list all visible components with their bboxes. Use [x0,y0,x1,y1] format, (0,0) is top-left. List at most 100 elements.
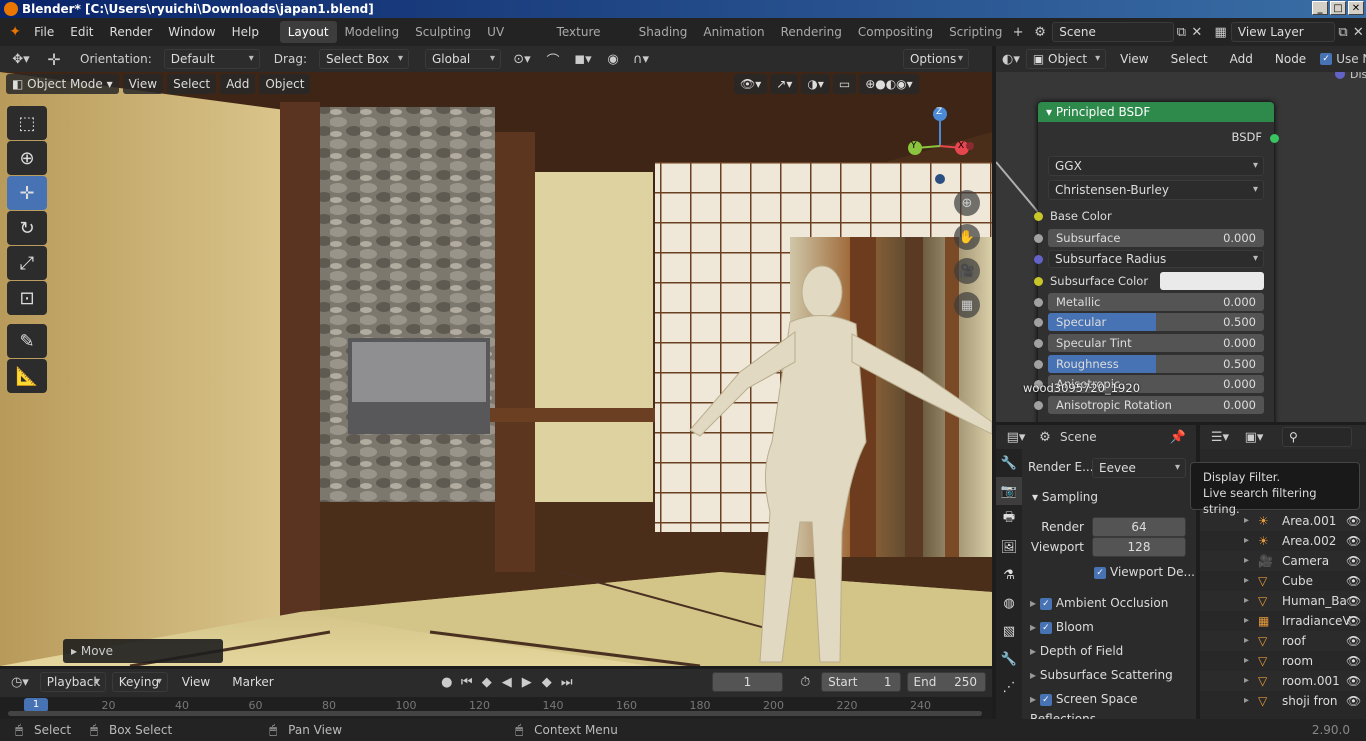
view-layer-tab-icon[interactable]: 🖼 [996,533,1022,561]
node-editor[interactable]: Dis ▾ Principled BSDF BSDF GGX Christens… [996,72,1366,422]
distribution-dropdown[interactable]: GGX [1048,156,1264,176]
input-socket[interactable] [1034,255,1043,264]
rotate-tool-icon[interactable]: ↻ [7,211,47,245]
node-menu-add[interactable]: Add [1222,48,1261,70]
use-nodes-checkbox[interactable]: ✓ [1320,53,1333,65]
editor-type-icon[interactable]: ✥▾ [6,52,36,67]
node-menu-select[interactable]: Select [1163,48,1216,70]
keying-dropdown[interactable]: Keying [111,672,168,692]
scene-copy-icon[interactable]: ⧉ [1174,25,1189,40]
bsdf-output-socket[interactable] [1270,134,1279,143]
viewport-menu-object[interactable]: Object [259,74,311,94]
tab-scripting[interactable]: Scripting [941,21,1010,43]
node-object-type-dropdown[interactable]: ▣ Object [1025,49,1107,69]
subsurface-method-dropdown[interactable]: Christensen-Burley [1048,180,1264,200]
expand-arrow-icon[interactable]: ▸ [1244,631,1249,651]
pan-hand-icon[interactable]: ✋ [954,224,980,250]
bsdf-input-row[interactable]: Metallic 0.000 [1034,293,1264,311]
visibility-eye-icon[interactable]: 👁 [1346,691,1361,711]
view-layer-remove-icon[interactable]: ✕ [1351,25,1366,40]
bsdf-input-slider[interactable]: Metallic 0.000 [1048,293,1264,311]
current-frame-field[interactable]: 1 [711,672,784,692]
scale-tool-icon[interactable]: ⤢ [7,246,47,280]
render-panel-header[interactable]: ▸ ✓ Screen Space Reflections [1030,689,1194,719]
expand-arrow-icon[interactable]: ▸ [1030,644,1040,658]
maximize-button[interactable]: □ [1330,1,1346,15]
input-socket[interactable] [1034,339,1043,348]
outliner-row[interactable]: ▸ ▽ Cube 👁 [1200,571,1366,591]
visibility-eye-icon[interactable]: 👁 [1346,611,1361,631]
render-samples-field[interactable]: 64 [1092,517,1186,537]
minimize-button[interactable]: _ [1312,1,1328,15]
outliner-row[interactable]: ▸ ☀ Area.002 👁 [1200,531,1366,551]
tab-texture-paint[interactable]: Texture Paint [549,21,631,61]
properties-editor-type-icon[interactable]: ▤▾ [1002,430,1030,445]
expand-arrow-icon[interactable]: ▸ [1244,671,1249,691]
visibility-eye-icon[interactable]: 👁 [1346,651,1361,671]
bsdf-input-row[interactable]: Specular 0.500 [1034,313,1264,331]
gizmo-icon[interactable]: ↗▾ [770,74,799,94]
options-dropdown[interactable]: Options [902,49,969,69]
menu-edit[interactable]: Edit [62,21,101,43]
blender-menu-icon[interactable]: ✦ [4,24,26,40]
render-panel-header[interactable]: ▸ ✓ Bloom [1030,617,1194,637]
select-box-tool-icon[interactable]: ⬚ [7,106,47,140]
visibility-eye-icon[interactable]: 👁 [1346,671,1361,691]
outliner-row[interactable]: ▸ ▽ room 👁 [1200,651,1366,671]
3d-viewport[interactable]: ◧ Object Mode ▾ View Select Add Object 👁… [0,72,992,666]
bsdf-input-slider[interactable]: Specular 0.500 [1048,313,1264,331]
principled-bsdf-node[interactable]: ▾ Principled BSDF BSDF GGX Christensen-B… [1034,102,1279,422]
modifier-tab-icon[interactable]: 🔧 [996,645,1022,673]
object-tab-icon[interactable]: ▧ [996,617,1022,645]
visibility-eye-icon[interactable]: 👁 [1346,591,1361,611]
tab-rendering[interactable]: Rendering [773,21,850,43]
view-layer-copy-icon[interactable]: ⧉ [1335,25,1350,40]
scene-remove-icon[interactable]: ✕ [1189,25,1204,40]
outliner-search-field[interactable]: ⚲ [1282,427,1352,447]
viewport-menu-add[interactable]: Add [220,74,256,94]
node-menu-view[interactable]: View [1112,48,1156,70]
view-layer-icon[interactable]: ▦ [1210,25,1230,40]
zoom-icon[interactable]: ⊕ [954,190,980,216]
menu-render[interactable]: Render [102,21,161,43]
expand-arrow-icon[interactable]: ▸ [1244,591,1249,611]
expand-arrow-icon[interactable]: ▸ [1030,668,1040,682]
display-mode-icon[interactable]: ▣▾ [1240,430,1268,445]
bsdf-input-row[interactable]: Subsurface Color [1034,272,1264,290]
input-socket[interactable] [1034,401,1043,410]
bsdf-input-slider[interactable]: Roughness 0.500 [1048,355,1264,373]
panel-enable-checkbox[interactable]: ✓ [1039,693,1052,706]
transform-tool-icon[interactable]: ⊡ [7,281,47,315]
expand-arrow-icon[interactable]: ▸ [1030,620,1040,634]
move-tool-icon-active[interactable]: ✛ [7,176,47,210]
playback-dropdown[interactable]: Playback [39,672,106,692]
cursor-tool-icon[interactable]: ⊕ [7,141,47,175]
falloff-icon[interactable]: ∩▾ [629,52,653,67]
prev-keyframe-icon[interactable]: ◆ [478,675,496,690]
outliner-row[interactable]: ▸ ▽ Human_Ba 👁 [1200,591,1366,611]
tab-shading[interactable]: Shading [631,21,696,43]
node-menu-node[interactable]: Node [1267,48,1314,70]
node-editor-type-icon[interactable]: ◐▾ [1002,52,1020,67]
tab-modeling[interactable]: Modeling [337,21,408,43]
render-engine-dropdown[interactable]: Eevee [1092,458,1186,478]
visibility-icon[interactable]: 👁▾ [734,74,768,94]
proportional-edit-icon[interactable]: ◉ [603,52,623,67]
scene-icon[interactable]: ⚙ [1030,25,1050,40]
pin-icon[interactable]: 📌 [1170,430,1186,445]
stopwatch-icon[interactable]: ⏱ [795,675,815,690]
visibility-eye-icon[interactable]: 👁 [1346,631,1361,651]
scene-name-field[interactable]: Scene [1052,22,1174,42]
bsdf-input-slider[interactable]: Subsurface 0.000 [1048,229,1264,247]
bsdf-input-row[interactable]: Anisotropic Rotation 0.000 [1034,396,1264,414]
timeline-scrollbar[interactable] [8,711,982,716]
jump-end-icon[interactable]: ⏭ [558,675,576,690]
viewport-menu-view[interactable]: View [122,74,164,94]
tab-animation[interactable]: Animation [695,21,772,43]
play-reverse-icon[interactable]: ◀ [498,675,516,690]
menu-window[interactable]: Window [160,21,223,43]
jump-start-icon[interactable]: ⏮ [458,675,476,690]
drag-dropdown[interactable]: Select Box [318,49,409,69]
visibility-eye-icon[interactable]: 👁 [1346,551,1361,571]
viewport-denoise-checkbox[interactable]: ✓ [1094,566,1106,579]
